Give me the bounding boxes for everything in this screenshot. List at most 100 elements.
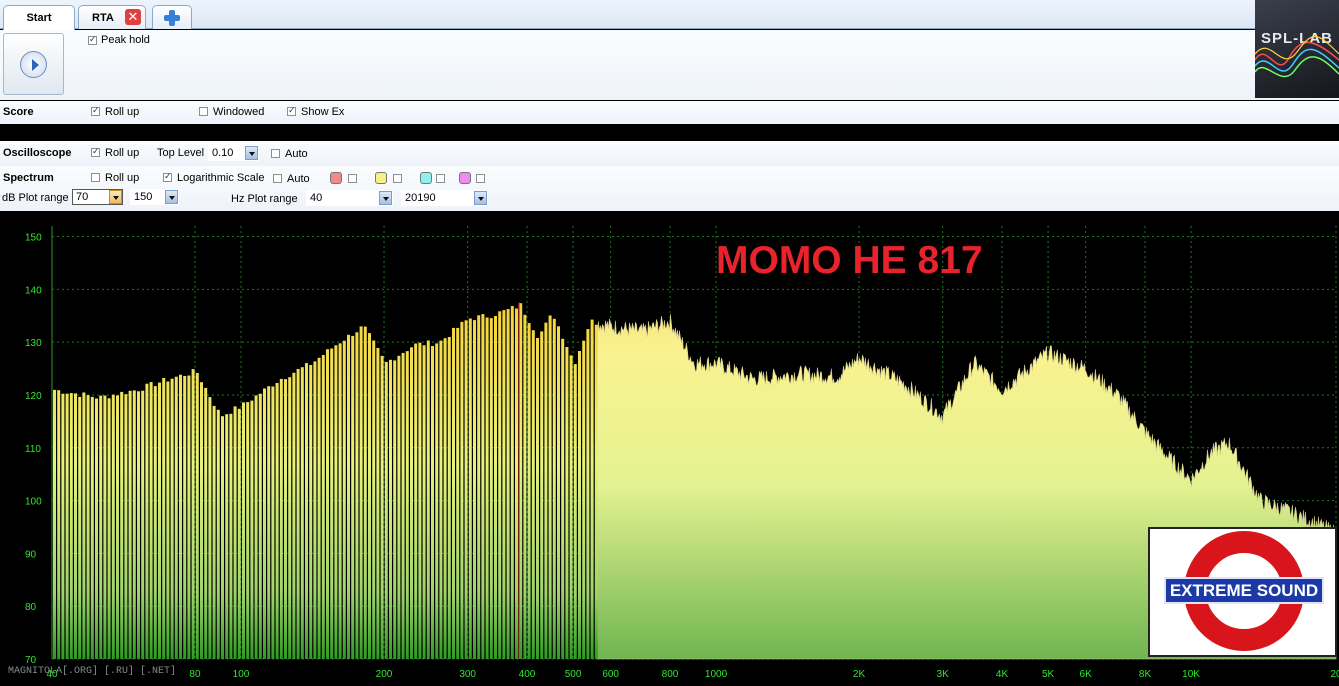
spectrum-bar (279, 378, 283, 659)
extreme-sound-badge: EXTREME SOUND (1148, 527, 1337, 657)
tab-rta[interactable]: RTA ✕ (78, 5, 146, 29)
color-swatch-magenta[interactable] (459, 172, 471, 184)
spectrum-bar (111, 394, 115, 659)
spectrum-bar (200, 382, 203, 659)
show-ex-checkbox[interactable] (287, 105, 296, 116)
x-tick-label: 4K (996, 669, 1009, 680)
spectrum-bar (300, 367, 304, 659)
spectrum-bar (569, 355, 573, 659)
spectrum-bar (254, 395, 258, 659)
db-min-value: 70 (76, 191, 89, 203)
spectrum-bar (405, 351, 409, 659)
chevron-down-icon[interactable] (379, 191, 392, 205)
spectrum-bar (397, 355, 401, 659)
spectrum-bar (498, 311, 502, 659)
spectrum-bar (170, 378, 174, 659)
hz-max-value: 20190 (405, 192, 436, 204)
spectrum-title: Spectrum (3, 172, 54, 184)
spectrum-bar (594, 324, 598, 659)
spectrum-bar (275, 383, 279, 659)
color-swatch-yellow[interactable] (375, 172, 387, 184)
chevron-down-icon[interactable] (109, 190, 122, 204)
cyan-series-checkbox[interactable] (436, 174, 445, 183)
spectrum-bar (90, 396, 94, 659)
spectrum-bar (418, 342, 422, 659)
spectrum-bar (267, 386, 271, 659)
logo-wave-icon (1255, 35, 1339, 78)
y-tick-label: 70 (25, 655, 37, 666)
yellow-series-checkbox[interactable] (393, 174, 402, 183)
osc-roll-up-checkbox[interactable] (91, 146, 100, 157)
spectrum-bar (204, 387, 208, 659)
hz-max-select[interactable]: 20190 (401, 190, 488, 206)
spectrum-bar (174, 376, 178, 659)
spectrum-bar (74, 393, 77, 659)
spectrum-bar (153, 386, 157, 659)
spectrum-bar (61, 393, 65, 659)
spectrum-bar (515, 308, 518, 659)
spectrum-bar (422, 345, 426, 659)
tab-start-label: Start (26, 12, 52, 24)
spectrum-bar (447, 337, 451, 659)
spectrum-bar (456, 327, 460, 659)
x-tick-label: 3K (937, 669, 950, 680)
spectrum-bar (216, 409, 220, 659)
log-scale-checkbox[interactable] (163, 171, 172, 182)
color-swatch-red[interactable] (330, 172, 342, 184)
play-icon (20, 51, 47, 78)
chevron-down-icon[interactable] (474, 191, 487, 205)
spectrum-bar (460, 321, 464, 659)
spectrum-bar (95, 398, 98, 659)
add-tab-button[interactable] (152, 5, 192, 29)
spectrum-bar (82, 392, 86, 659)
spectrum-bar (166, 381, 170, 659)
hz-min-select[interactable]: 40 (306, 190, 393, 206)
spec-auto-label: Auto (287, 173, 310, 185)
spectrum-bar (195, 373, 199, 659)
magenta-series-checkbox[interactable] (476, 174, 485, 183)
spec-roll-up-checkbox[interactable] (91, 173, 100, 182)
spectrum-bar (321, 355, 325, 659)
spectrum-bar (393, 360, 397, 659)
spectrum-bar (183, 376, 187, 659)
spectrum-bar (389, 359, 392, 659)
spectrum-bar (536, 338, 539, 659)
score-display (0, 124, 1339, 141)
spectrum-bar (145, 383, 149, 659)
spectrum-bar (359, 326, 363, 659)
db-min-select[interactable]: 70 (72, 189, 123, 205)
play-button[interactable] (3, 33, 64, 95)
spectrum-bar (233, 406, 237, 659)
spectrum-bar (107, 398, 111, 659)
db-max-select[interactable]: 150 (130, 189, 179, 205)
windowed-checkbox[interactable] (199, 107, 208, 116)
close-icon[interactable]: ✕ (125, 9, 141, 25)
spectrum-bar (586, 329, 590, 659)
y-tick-label: 140 (25, 285, 42, 296)
spectrum-bar (582, 340, 586, 659)
osc-auto-checkbox[interactable] (271, 149, 280, 158)
spectrum-bar (510, 306, 514, 659)
score-roll-up-checkbox[interactable] (91, 105, 100, 116)
spectrum-bar (565, 347, 569, 659)
color-swatch-cyan[interactable] (420, 172, 432, 184)
spectrum-bar (229, 413, 233, 659)
spectrum-bar (208, 397, 212, 659)
spectrum-bar (313, 361, 317, 659)
chevron-down-icon[interactable] (165, 190, 178, 204)
spectrum-bar (179, 374, 182, 659)
peak-hold-checkbox[interactable] (88, 34, 97, 45)
spectrum-bar (439, 340, 443, 659)
spectrum-bar (103, 395, 107, 659)
tab-start[interactable]: Start (3, 5, 75, 30)
spectrum-bar (99, 395, 103, 659)
red-series-checkbox[interactable] (348, 174, 357, 183)
chevron-down-icon[interactable] (245, 146, 258, 160)
top-level-value: 0.10 (212, 147, 234, 159)
spectrum-bar (246, 402, 250, 659)
top-level-select[interactable]: 0.10 (208, 145, 259, 161)
spec-auto-checkbox[interactable] (273, 174, 282, 183)
spectrum-bar (78, 396, 82, 659)
spectrum-bar (443, 338, 447, 659)
oscilloscope-title: Oscilloscope (3, 147, 72, 159)
